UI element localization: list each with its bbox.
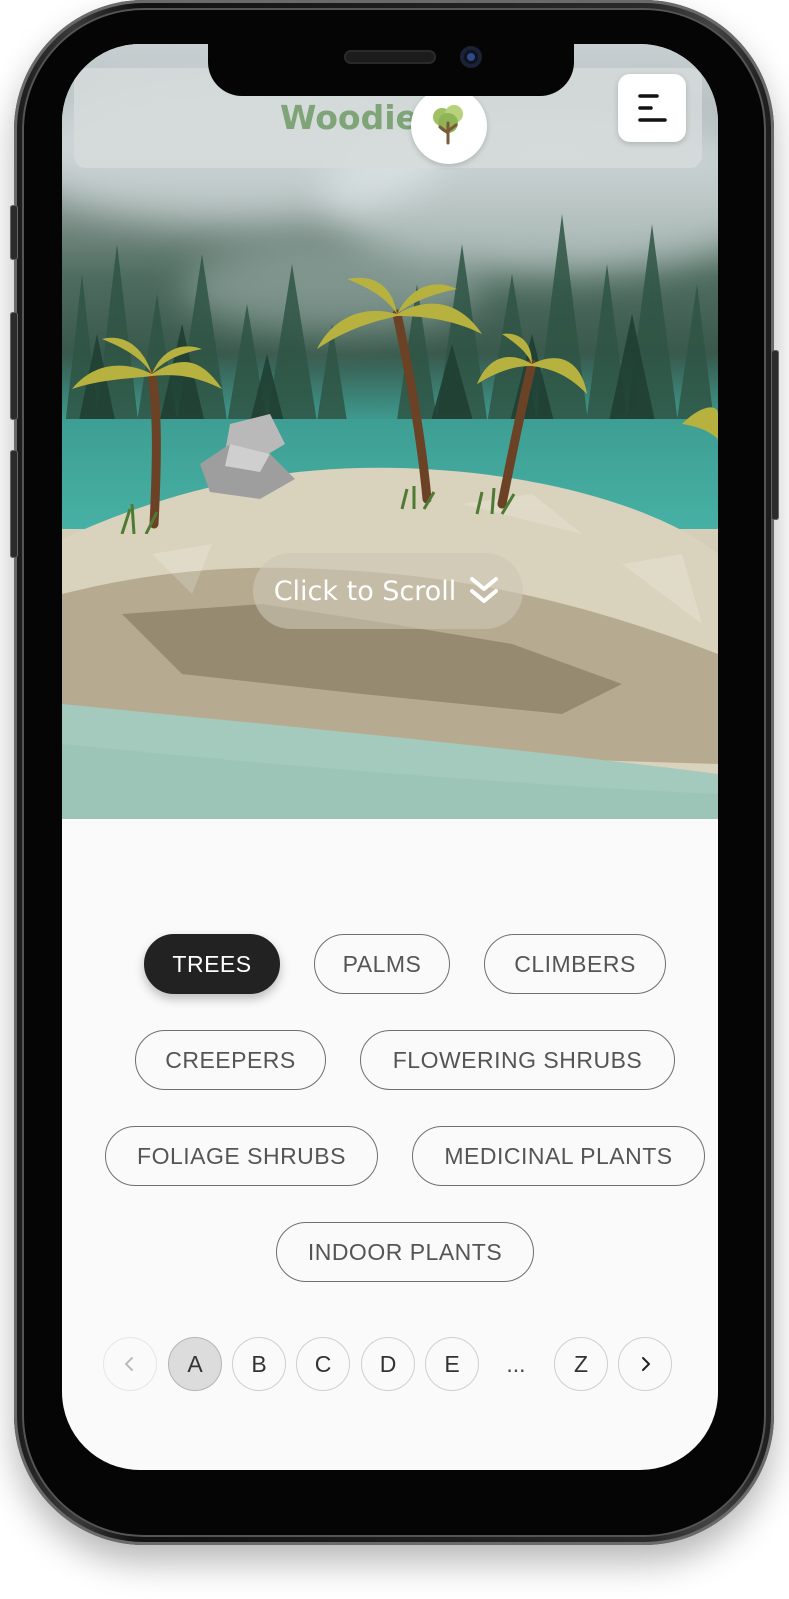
page-letter-e[interactable]: E (425, 1337, 479, 1391)
double-chevron-down-icon (470, 577, 499, 603)
chevron-left-icon (125, 1357, 133, 1371)
tree-logo-icon[interactable] (411, 88, 487, 164)
next-page-button[interactable] (618, 1337, 672, 1391)
phone-side-button (10, 450, 18, 558)
category-chip-medicinal-plants[interactable]: MEDICINAL PLANTS (412, 1126, 705, 1186)
prev-page-button[interactable] (103, 1337, 157, 1391)
category-chip-palms[interactable]: PALMS (314, 934, 450, 994)
page-letter-a[interactable]: A (168, 1337, 222, 1391)
palm-trees-illustration (72, 277, 718, 534)
brand-name[interactable]: Woodie (280, 98, 418, 137)
chevron-right-icon (642, 1357, 650, 1371)
page-letter-d[interactable]: D (361, 1337, 415, 1391)
page-letter-z[interactable]: Z (554, 1337, 608, 1391)
category-chip-creepers[interactable]: CREEPERS (135, 1030, 326, 1090)
category-chip-foliage-shrubs[interactable]: FOLIAGE SHRUBS (105, 1126, 378, 1186)
menu-button[interactable] (618, 74, 686, 142)
speaker-grille (344, 50, 436, 64)
phone-notch (208, 44, 574, 96)
front-camera (460, 46, 482, 68)
phone-side-button (10, 312, 18, 420)
category-chip-trees[interactable]: TREES (144, 934, 280, 994)
app-screen: Click to Scroll Woodie TREES PALMS CLIMB… (62, 44, 718, 1470)
category-chip-climbers[interactable]: CLIMBERS (484, 934, 666, 994)
scroll-label: Click to Scroll (273, 575, 457, 607)
scroll-down-button[interactable]: Click to Scroll (253, 553, 523, 629)
page-letter-b[interactable]: B (232, 1337, 286, 1391)
category-chip-flowering-shrubs[interactable]: FLOWERING SHRUBS (360, 1030, 675, 1090)
category-chip-indoor-plants[interactable]: INDOOR PLANTS (276, 1222, 534, 1282)
pagination-ellipsis: ... (506, 1350, 526, 1377)
phone-side-button (10, 205, 18, 260)
page-letter-c[interactable]: C (296, 1337, 350, 1391)
hamburger-menu-icon (638, 94, 667, 122)
phone-side-button (771, 350, 779, 520)
